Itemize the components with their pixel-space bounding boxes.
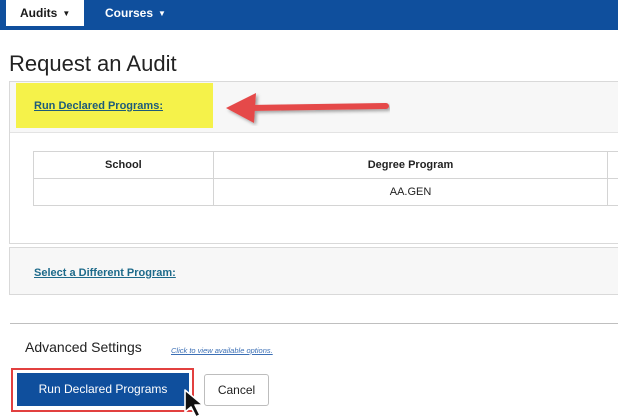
declared-programs-panel: Run Declared Programs: School Degree Pro… <box>9 81 618 244</box>
different-program-panel: Select a Different Program: <box>9 247 618 295</box>
nav-courses-label: Courses <box>105 6 154 20</box>
caret-down-icon: ▼ <box>158 9 166 18</box>
top-navbar: Audits ▼ Courses ▼ <box>0 0 618 30</box>
cell-school <box>33 178 214 206</box>
cell-extra <box>607 178 618 206</box>
cell-degree-program: AA.GEN <box>212 178 609 206</box>
column-header-school: School <box>33 151 214 179</box>
nav-audits-menu[interactable]: Audits ▼ <box>0 0 84 26</box>
page-title: Request an Audit <box>9 51 177 76</box>
select-different-program-link[interactable]: Select a Different Program: <box>34 267 176 279</box>
caret-down-icon: ▼ <box>62 9 71 18</box>
advanced-settings-link[interactable]: Click to view available options. <box>171 346 273 355</box>
run-declared-programs-button[interactable]: Run Declared Programs <box>17 373 189 406</box>
run-declared-programs-link[interactable]: Run Declared Programs: <box>34 100 163 112</box>
cancel-button[interactable]: Cancel <box>204 374 269 406</box>
red-arrow-icon <box>226 93 389 123</box>
table-header-row: School Degree Program <box>33 151 618 179</box>
table-row: AA.GEN <box>33 178 618 206</box>
declared-panel-header: Run Declared Programs: <box>10 82 618 133</box>
mouse-pointer-icon <box>184 389 204 418</box>
nav-courses-menu[interactable]: Courses ▼ <box>105 0 166 26</box>
declared-programs-table: School Degree Program AA.GEN <box>33 151 618 206</box>
section-divider <box>10 323 618 324</box>
column-header-extra <box>607 151 618 179</box>
column-header-degree-program: Degree Program <box>212 151 609 179</box>
nav-audits-label: Audits <box>20 6 58 20</box>
advanced-settings-title: Advanced Settings <box>25 339 142 355</box>
